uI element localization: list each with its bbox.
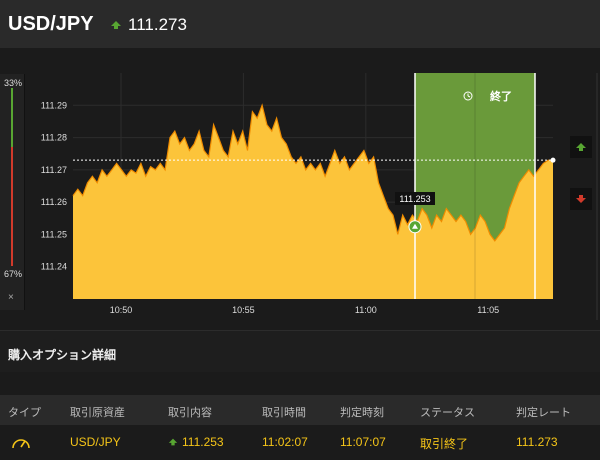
cell-trade-time: 11:02:07 xyxy=(262,435,308,449)
low-button[interactable] xyxy=(570,188,592,210)
spacer xyxy=(0,372,600,395)
cell-judge-time: 11:07:07 xyxy=(340,435,386,449)
high-button[interactable] xyxy=(570,136,592,158)
current-rate-dot xyxy=(550,157,556,163)
price-chart: 終了 111.29 111.28 111.27 111.26 111.25 111.24 1… xyxy=(41,73,598,320)
th-asset: 取引原資産 xyxy=(70,407,125,419)
section-header: 購入オプション詳細 xyxy=(0,330,600,373)
entry-marker xyxy=(408,220,422,234)
gauge-icon xyxy=(12,439,30,449)
th-content: 取引内容 xyxy=(168,407,212,419)
th-trade-time: 取引時間 xyxy=(262,407,306,419)
th-type: タイプ xyxy=(8,407,41,419)
up-arrow-icon xyxy=(168,438,178,446)
cell-asset: USD/JPY xyxy=(70,435,121,449)
y-tick-label: 111.28 xyxy=(41,133,67,143)
y-tick-label: 111.26 xyxy=(41,197,67,207)
y-tick-label: 111.24 xyxy=(41,262,67,272)
table-header: タイプ 取引原資産 取引内容 取引時間 判定時刻 ステータス 判定レート xyxy=(0,395,600,425)
y-tick-label: 111.29 xyxy=(41,100,67,110)
cell-content: 111.253 xyxy=(168,435,224,449)
y-tick-label: 111.25 xyxy=(41,229,67,239)
table-row[interactable]: USD/JPY 111.253 11:02:07 11:07:07 取引終了 1… xyxy=(0,425,600,460)
th-judge-rate: 判定レート xyxy=(516,407,571,419)
cell-content-rate: 111.253 xyxy=(182,435,224,449)
x-tick-label: 11:05 xyxy=(477,305,499,315)
cell-judge-rate: 111.273 xyxy=(516,435,558,449)
section-title: 購入オプション詳細 xyxy=(8,348,117,362)
y-tick-label: 111.27 xyxy=(41,165,67,175)
up-arrow-icon xyxy=(576,143,586,151)
x-tick-label: 10:50 xyxy=(110,305,133,315)
x-tick-label: 11:00 xyxy=(355,305,377,315)
expiry-label: 終了 xyxy=(490,89,512,103)
x-tick-label: 10:55 xyxy=(232,305,255,315)
down-arrow-icon xyxy=(576,195,586,203)
th-status: ステータス xyxy=(420,407,475,419)
entry-tooltip: 111.253 xyxy=(399,194,430,204)
th-judge-time: 判定時刻 xyxy=(340,407,384,419)
cell-status: 取引終了 xyxy=(420,437,469,451)
